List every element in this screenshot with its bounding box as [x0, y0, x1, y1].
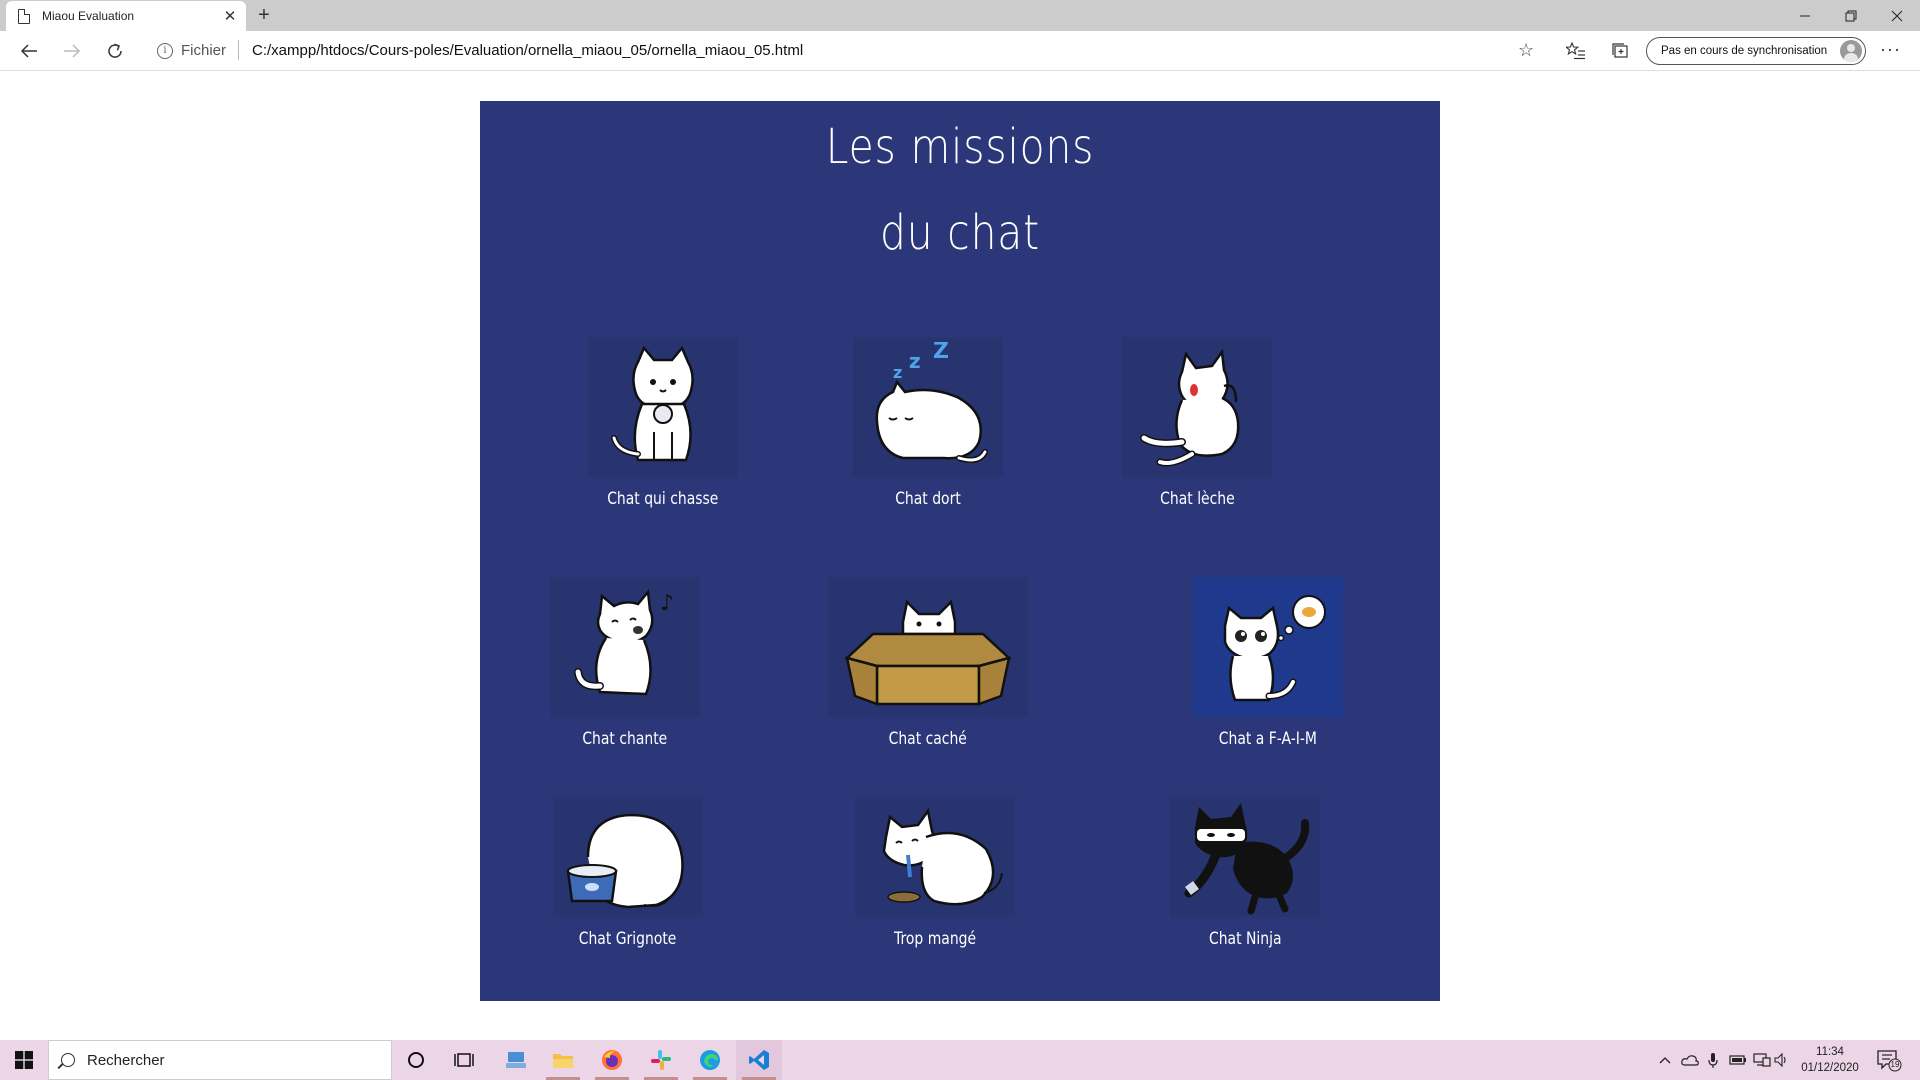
restore-icon[interactable] [1828, 0, 1874, 31]
cat-label: Chat lèche [1159, 489, 1235, 509]
battery-icon[interactable] [1726, 1040, 1750, 1080]
cat-licking-icon [1122, 337, 1272, 477]
tab-strip: Miaou Evaluation ✕ + [0, 0, 1920, 31]
url-separator [238, 40, 239, 60]
notification-count-badge: 19 [1890, 1060, 1900, 1069]
cat-label: Chat a F-A-I-M [1218, 729, 1318, 749]
cat-card: Chat qui chasse [588, 337, 738, 509]
collections-icon[interactable] [1608, 39, 1632, 63]
show-hidden-icons-icon[interactable] [1654, 1040, 1676, 1080]
taskbar-clock[interactable]: 11:34 01/12/2020 [1788, 1044, 1872, 1076]
cortana-icon[interactable] [393, 1040, 439, 1080]
cat-hunting-icon [588, 337, 738, 477]
missions-panel: Les missions du chat Chat qui chasse z z… [480, 101, 1440, 1001]
svg-text:z: z [909, 349, 921, 373]
forward-icon[interactable] [57, 37, 87, 65]
clock-date: 01/12/2020 [1801, 1062, 1859, 1074]
cat-card: Chat caché [828, 577, 1028, 749]
vscode-icon[interactable] [736, 1040, 782, 1080]
search-placeholder: Rechercher [87, 1051, 165, 1069]
close-window-icon[interactable] [1874, 0, 1920, 31]
cat-card: Chat Grignote [553, 797, 703, 949]
svg-text:z: z [893, 363, 902, 382]
cat-singing-icon: ♪ [550, 577, 700, 717]
sync-status-button[interactable]: Pas en cours de synchronisation [1646, 37, 1866, 65]
svg-text:♪: ♪ [660, 591, 674, 616]
sync-status-label: Pas en cours de synchronisation [1661, 45, 1828, 57]
page-title-line2: du chat [880, 205, 1040, 261]
file-explorer-icon[interactable] [540, 1040, 586, 1080]
refresh-icon[interactable] [100, 37, 130, 65]
cat-label: Chat caché [888, 729, 968, 749]
microphone-icon[interactable] [1702, 1040, 1724, 1080]
taskbar: Rechercher 11:34 01/12/2020 19 [0, 1040, 1920, 1080]
site-info-icon[interactable]: i [157, 43, 173, 59]
search-icon [61, 1053, 75, 1067]
address-bar-input[interactable]: C:/xampp/htdocs/Cours-poles/Evaluation/o… [252, 42, 803, 59]
cat-card: Chat Ninja [1170, 797, 1320, 949]
favorites-list-icon[interactable] [1564, 39, 1588, 63]
network-icon[interactable] [1750, 1040, 1774, 1080]
file-server-app-icon[interactable] [493, 1040, 539, 1080]
cat-label: Trop mangé [893, 929, 977, 949]
more-options-icon[interactable]: ··· [1880, 39, 1901, 60]
favorite-star-icon[interactable]: ☆ [1518, 40, 1534, 61]
cat-label: Chat Ninja [1208, 929, 1282, 949]
cat-in-box-icon [828, 577, 1028, 717]
taskbar-search-input[interactable]: Rechercher [48, 1040, 392, 1080]
minimize-icon[interactable] [1782, 0, 1828, 31]
cat-hungry-icon [1193, 577, 1343, 717]
edge-browser-icon[interactable] [687, 1040, 733, 1080]
page-viewport: Les missions du chat Chat qui chasse z z… [0, 71, 1920, 1040]
windows-start-icon[interactable] [0, 1040, 48, 1080]
onedrive-icon[interactable] [1678, 1040, 1702, 1080]
profile-avatar-icon [1840, 40, 1862, 62]
browser-toolbar: i Fichier C:/xampp/htdocs/Cours-poles/Ev… [0, 31, 1920, 71]
cat-card: Chat a F-A-I-M [1193, 577, 1343, 749]
cat-label: Chat dort [895, 489, 961, 509]
cat-ninja-icon [1170, 797, 1320, 917]
firefox-icon[interactable] [589, 1040, 635, 1080]
page-icon [18, 8, 30, 24]
cat-label: Chat chante [582, 729, 668, 749]
cat-card: Trop mangé [855, 797, 1015, 949]
page-title-line1: Les missions [825, 119, 1095, 175]
cat-label: Chat Grignote [579, 929, 677, 949]
task-view-icon[interactable] [441, 1040, 487, 1080]
cat-vomiting-icon [855, 797, 1015, 917]
window-controls [1782, 0, 1920, 31]
url-scheme-label: Fichier [181, 42, 227, 59]
cat-card: Chat lèche [1122, 337, 1272, 509]
new-tab-icon[interactable]: + [252, 4, 276, 28]
cat-card: z z Z Chat dort [853, 337, 1003, 509]
cat-eating-bowl-icon [553, 797, 703, 917]
tab-title: Miaou Evaluation [42, 9, 135, 23]
notification-center-icon[interactable]: 19 [1876, 1048, 1902, 1072]
clock-time: 11:34 [1816, 1046, 1844, 1058]
volume-icon[interactable] [1774, 1040, 1788, 1080]
close-tab-icon[interactable]: ✕ [222, 7, 238, 25]
svg-text:Z: Z [933, 342, 949, 364]
cat-sleeping-icon: z z Z [853, 337, 1003, 477]
back-icon[interactable] [14, 37, 44, 65]
slack-icon[interactable] [638, 1040, 684, 1080]
cat-label: Chat qui chasse [607, 489, 719, 509]
cat-card: ♪ Chat chante [550, 577, 700, 749]
browser-tab[interactable]: Miaou Evaluation ✕ [6, 1, 246, 31]
